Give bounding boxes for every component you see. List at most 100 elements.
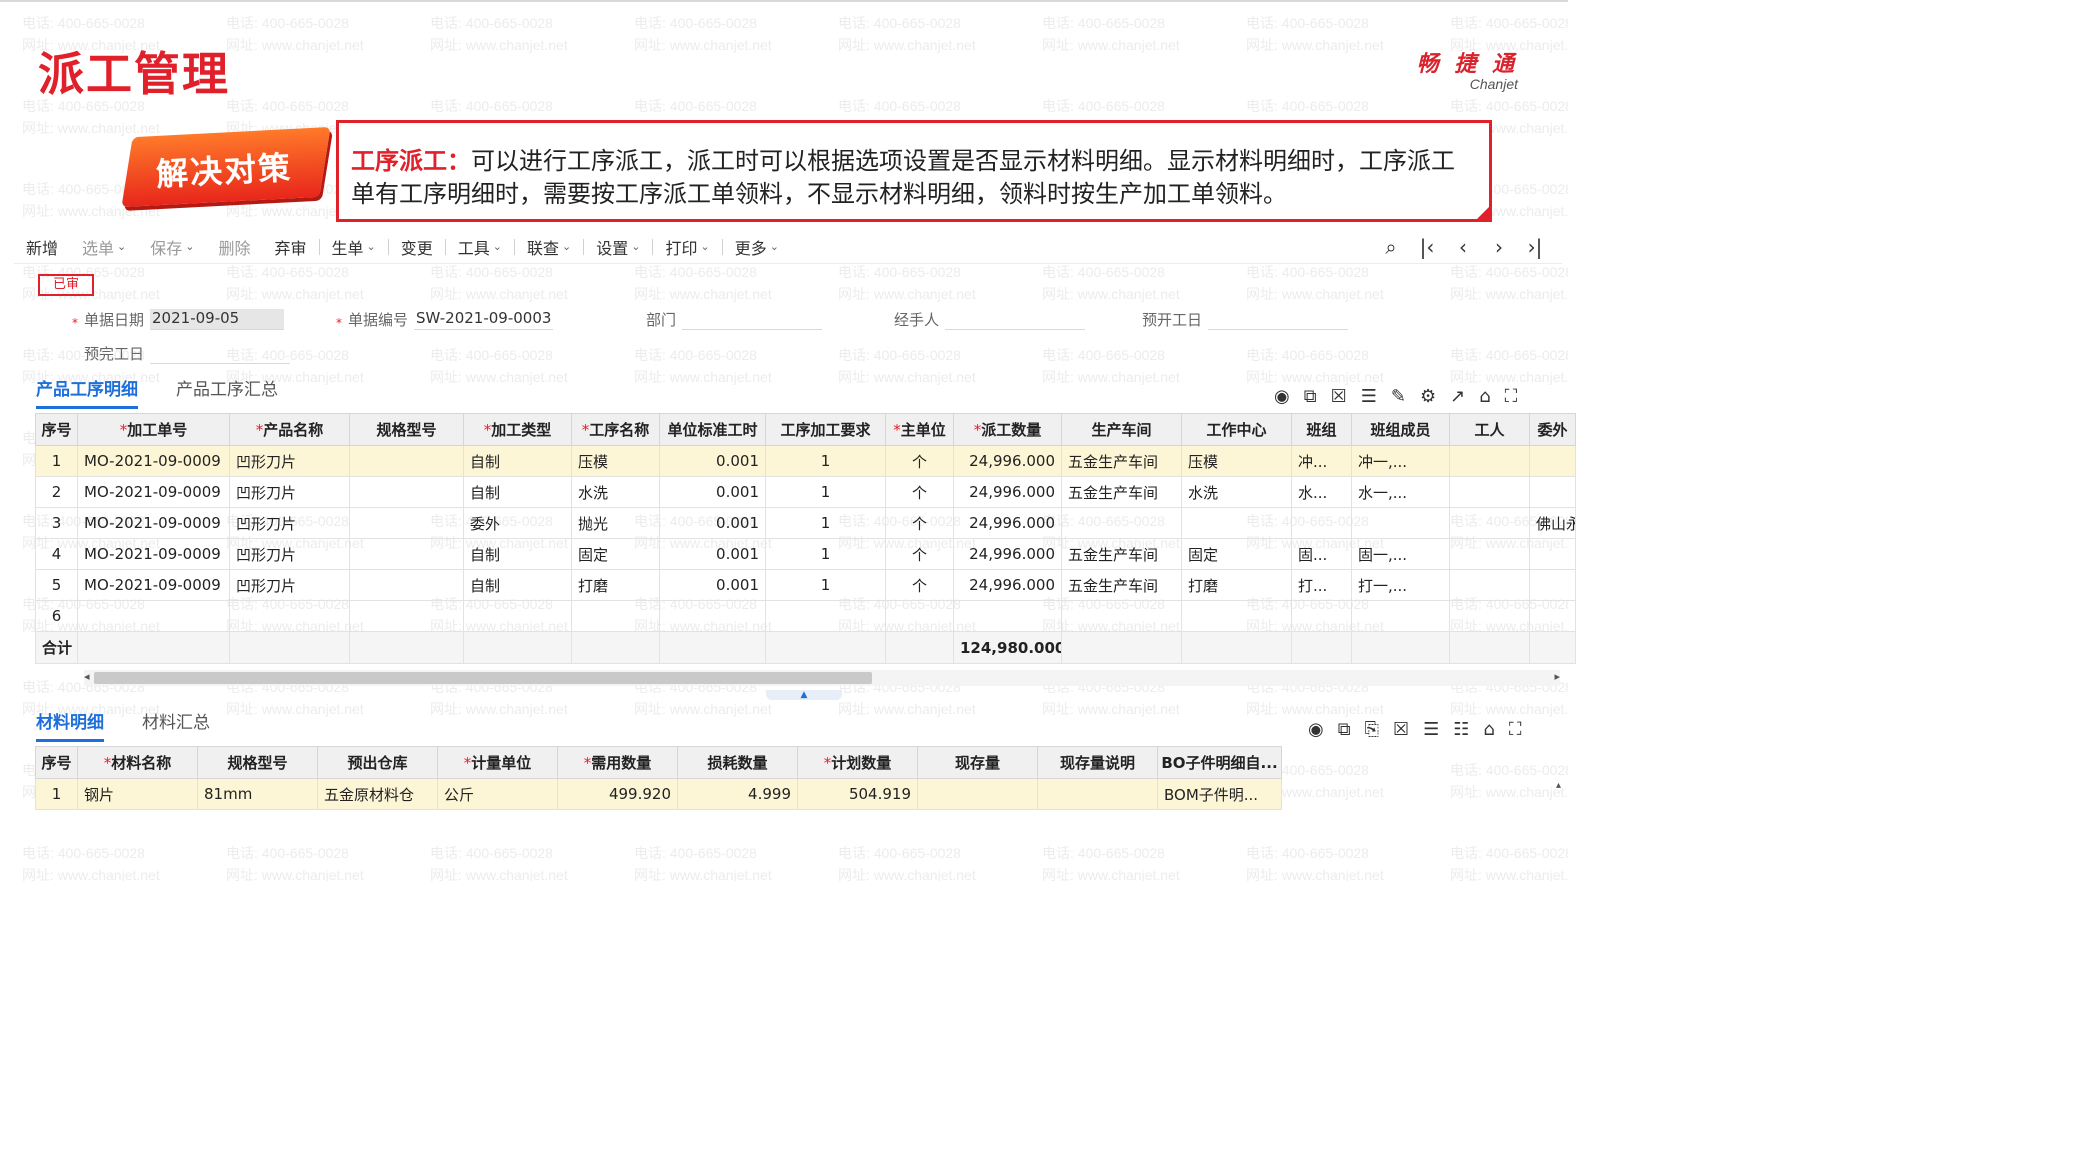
table-cell[interactable]: 0.001 [659,538,766,570]
first-page-icon[interactable]: |‹ [1416,235,1438,259]
prev-page-icon[interactable]: ‹ [1452,235,1474,259]
location-icon[interactable]: ◉ [1274,386,1290,407]
table-cell[interactable]: 公斤 [437,778,558,810]
table-cell[interactable] [885,600,954,632]
table-cell[interactable]: 凹形刀片 [229,569,350,601]
table-cell[interactable]: 打一,... [1351,569,1450,601]
table-cell[interactable]: 压模 [1181,445,1292,477]
table-cell[interactable]: 0.001 [659,445,766,477]
column-header[interactable]: *产品名称 [229,413,350,446]
table-cell[interactable] [77,600,230,632]
table-row[interactable]: 3 MO-2021-09-0009 凹形刀片 委外 抛光 0.001 1 个 24,996.00… [35,507,1576,539]
table-cell[interactable]: 水... [1291,476,1352,508]
table-cell[interactable] [1529,569,1576,601]
toolbar-button-5[interactable]: 生单 ⌄ [320,230,388,264]
filter-icon[interactable]: ☰ [1361,386,1377,407]
table-cell[interactable]: 0.001 [659,569,766,601]
table-cell[interactable] [229,600,350,632]
bank-icon[interactable]: ⌂ [1479,386,1490,407]
table-cell[interactable]: 五金原材料仓 [317,778,438,810]
handler-input[interactable] [945,310,1086,330]
column-header[interactable]: 单位标准工时 [659,413,766,446]
table-cell[interactable]: 凹形刀片 [229,507,350,539]
table-cell[interactable]: 固... [1291,538,1352,570]
table-cell[interactable] [765,600,886,632]
table-cell[interactable] [1449,476,1530,508]
table-cell[interactable]: 1 [35,445,78,477]
table-cell[interactable] [1037,778,1158,810]
table-cell[interactable] [1181,507,1292,539]
column-header[interactable]: 预出仓库 [317,746,438,779]
toolbar-button-9[interactable]: 设置 ⌄ [584,230,652,264]
table-cell[interactable]: 抛光 [571,507,660,539]
table-cell[interactable] [1529,600,1576,632]
finish-input[interactable] [150,344,291,364]
table-cell[interactable]: 凹形刀片 [229,445,350,477]
table-cell[interactable] [917,778,1038,810]
table-cell[interactable]: MO-2021-09-0009 [77,445,230,477]
table-cell[interactable]: 打磨 [1181,569,1292,601]
table-cell[interactable]: 499.920 [557,778,678,810]
table-cell[interactable]: 504.919 [797,778,918,810]
toolbar-button-1[interactable]: 选单 ⌄ [70,230,138,264]
table-cell[interactable]: 1 [765,445,886,477]
table-cell[interactable]: 1 [35,778,78,810]
table-cell[interactable]: 4 [35,538,78,570]
column-header[interactable]: *加工单号 [77,413,230,446]
table-row[interactable]: 1 钢片 81mm 五金原材料仓 公斤 499.920 4.999 504.919 BOM子件明… [35,778,1282,810]
table-cell[interactable]: 24,996.000 [953,569,1062,601]
column-header[interactable]: 序号 [35,746,78,779]
table-cell[interactable]: 24,996.000 [953,507,1062,539]
table-cell[interactable] [1291,507,1352,539]
column-header[interactable]: 班组 [1291,413,1352,446]
scroll-left-icon[interactable]: ◂ [84,670,90,683]
excel-icon[interactable]: ☒ [1331,386,1347,407]
table-row[interactable]: 5 MO-2021-09-0009 凹形刀片 自制 打磨 0.001 1 个 24,996.00… [35,569,1576,601]
filter-icon[interactable]: ☰ [1423,719,1439,740]
table-cell[interactable]: 五金生产车间 [1061,445,1182,477]
toolbar-button-4[interactable]: 弃审 [263,230,319,264]
table-row[interactable]: 1 MO-2021-09-0009 凹形刀片 自制 压模 0.001 1 个 24,996.00… [35,445,1576,477]
column-header[interactable]: 班组成员 [1351,413,1450,446]
table-cell[interactable]: 水洗 [571,476,660,508]
next-page-icon[interactable]: › [1488,235,1510,259]
table-cell[interactable]: 个 [885,538,954,570]
column-header[interactable]: 委外 [1529,413,1576,446]
dept-input[interactable] [682,310,823,330]
table-cell[interactable]: 1 [765,476,886,508]
column-header[interactable]: *加工类型 [463,413,572,446]
table-cell[interactable] [1529,476,1576,508]
table-cell[interactable]: 个 [885,507,954,539]
table-cell[interactable] [1449,507,1530,539]
table-cell[interactable] [463,600,572,632]
table-cell[interactable] [1449,569,1530,601]
table-cell[interactable]: 自制 [463,538,572,570]
excel-icon[interactable]: ☒ [1393,719,1409,740]
table-cell[interactable] [1061,507,1182,539]
table-cell[interactable] [953,600,1062,632]
table-cell[interactable]: 佛山永 [1529,507,1576,539]
table-cell[interactable] [1449,600,1530,632]
fullscreen-icon[interactable]: ⛶ [1505,386,1518,407]
table-cell[interactable] [349,507,464,539]
table-cell[interactable]: MO-2021-09-0009 [77,569,230,601]
export-icon[interactable]: ↗ [1450,386,1465,407]
table-cell[interactable] [1291,600,1352,632]
table-cell[interactable]: 钢片 [77,778,198,810]
table-cell[interactable]: 个 [885,445,954,477]
table-cell[interactable]: 0.001 [659,507,766,539]
table-cell[interactable]: 凹形刀片 [229,476,350,508]
column-header[interactable]: *需用数量 [557,746,678,779]
table-cell[interactable]: 3 [35,507,78,539]
table-cell[interactable]: 五金生产车间 [1061,538,1182,570]
table-cell[interactable]: 81mm [197,778,318,810]
last-page-icon[interactable]: ›| [1524,235,1546,259]
start-input[interactable] [1208,310,1349,330]
column-header[interactable]: 工序加工要求 [765,413,886,446]
horizontal-scrollbar[interactable]: ◂ ▸ [84,670,1560,686]
table-cell[interactable]: MO-2021-09-0009 [77,476,230,508]
table-cell[interactable] [1061,600,1182,632]
split-icon[interactable]: ☷ [1453,719,1469,740]
toolbar-button-8[interactable]: 联查 ⌄ [515,230,583,264]
table-cell[interactable] [349,600,464,632]
